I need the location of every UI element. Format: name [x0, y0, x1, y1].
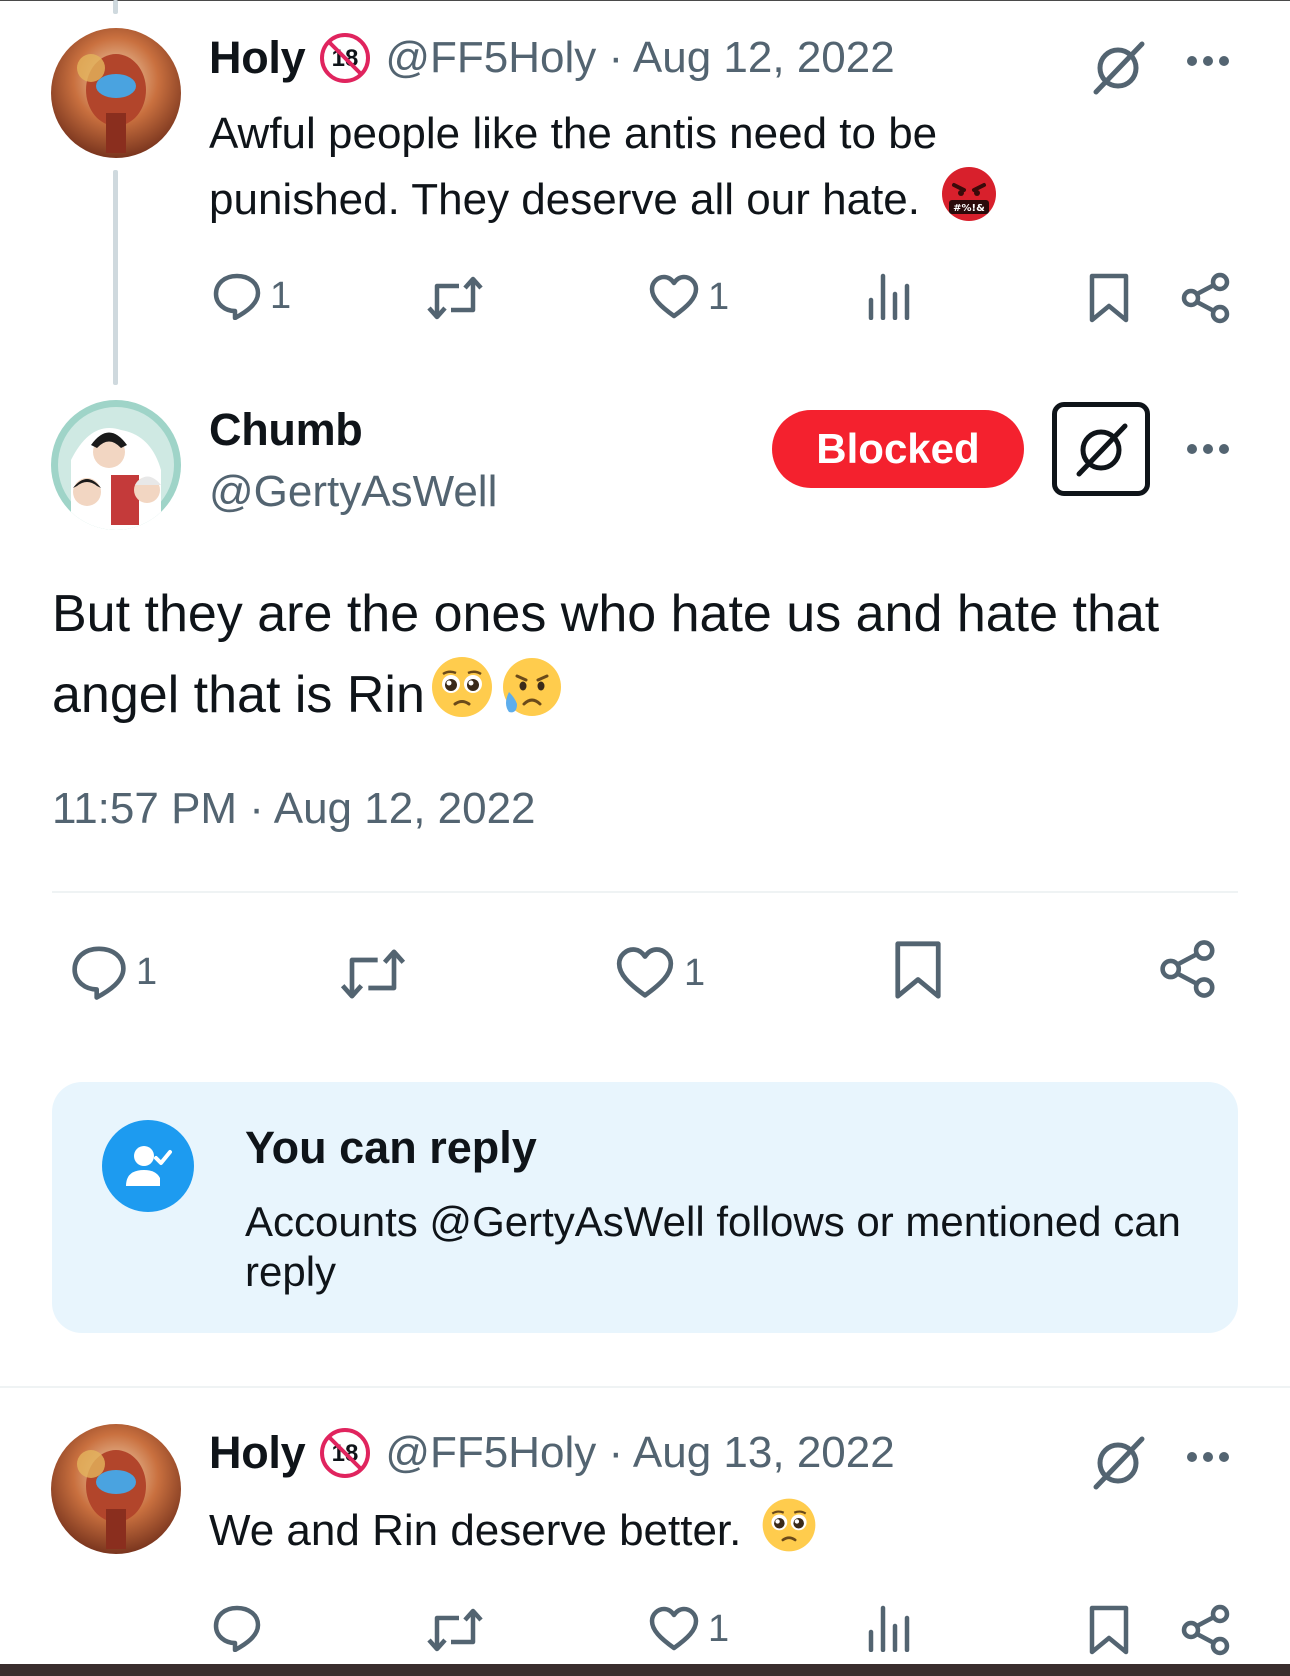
reply-count: 1 — [270, 274, 292, 317]
more-options-icon[interactable] — [1185, 442, 1231, 461]
blocked-button[interactable]: Blocked — [772, 410, 1024, 488]
grok-button[interactable] — [1052, 402, 1150, 496]
tweet-header: Holy 18 @FF5Holy · Aug 13, 2022 — [209, 1427, 895, 1479]
author-handle[interactable]: @GertyAsWell — [209, 467, 497, 517]
tweet-text: We and Rin deserve better. — [209, 1496, 1109, 1571]
reply-restriction-title: You can reply — [245, 1122, 537, 1173]
svg-text:#%!&: #%!& — [953, 203, 985, 214]
bookmark-button[interactable] — [893, 938, 943, 1002]
bookmark-button[interactable] — [1088, 272, 1130, 324]
repost-button[interactable] — [425, 276, 485, 320]
divider — [52, 891, 1238, 893]
views-icon[interactable] — [866, 272, 912, 320]
bottom-edge-bar — [0, 1664, 1290, 1676]
like-count: 1 — [684, 951, 706, 994]
reply-restriction-description: Accounts @GertyAsWell follows or mention… — [245, 1198, 1181, 1295]
age-restriction-18-icon: 18 — [319, 32, 371, 84]
more-options-icon[interactable] — [1185, 54, 1231, 73]
share-icon[interactable] — [1158, 938, 1218, 1000]
grok-icon[interactable] — [1088, 1433, 1148, 1496]
like-count: 1 — [708, 1607, 730, 1650]
main-tweet-text: But they are the ones who hate us and ha… — [52, 574, 1252, 743]
grok-icon — [1076, 423, 1128, 477]
reply-restriction-card: You can reply Accounts @GertyAsWell foll… — [52, 1082, 1238, 1333]
repost-button[interactable] — [338, 948, 408, 1000]
author-name[interactable]: Holy — [209, 1427, 306, 1479]
like-button[interactable]: 1 — [614, 946, 705, 1000]
tweet-body: But they are the ones who hate us and ha… — [52, 585, 1160, 725]
reply-button[interactable] — [212, 1604, 262, 1652]
repost-button[interactable] — [425, 1608, 485, 1652]
reply-button[interactable]: 1 — [70, 944, 157, 1000]
person-check-icon — [102, 1120, 194, 1212]
avatar[interactable] — [51, 1424, 181, 1554]
share-icon[interactable] — [1180, 1604, 1232, 1656]
divider — [0, 1386, 1290, 1388]
top-edge-divider — [0, 0, 1290, 1]
thread-connector — [113, 170, 118, 385]
reply-button[interactable]: 1 — [212, 272, 291, 320]
like-button[interactable]: 1 — [648, 1606, 729, 1652]
avatar[interactable] — [51, 400, 181, 530]
tweet-text: Awful people like the antis need to be p… — [209, 102, 1089, 240]
tweet-meta[interactable]: @FF5Holy · Aug 12, 2022 — [385, 33, 894, 83]
like-count: 1 — [708, 275, 730, 318]
bookmark-button[interactable] — [1088, 1604, 1130, 1656]
author-name[interactable]: Chumb — [209, 404, 363, 456]
more-options-icon[interactable] — [1185, 1450, 1231, 1469]
reply-count: 1 — [136, 950, 158, 993]
tweet-body: We and Rin deserve better. — [209, 1506, 742, 1556]
pleading-face-icon — [429, 654, 495, 743]
author-name[interactable]: Holy — [209, 32, 306, 84]
pleading-face-icon — [760, 1496, 818, 1571]
face-with-symbols-on-mouth-icon: #%!& — [940, 165, 998, 240]
views-icon[interactable] — [866, 1604, 912, 1652]
tweet-meta[interactable]: @FF5Holy · Aug 13, 2022 — [385, 1428, 894, 1478]
like-button[interactable]: 1 — [648, 274, 729, 320]
tweet-timestamp[interactable]: 11:57 PM · Aug 12, 2022 — [52, 784, 536, 834]
thread-connector-top — [113, 0, 118, 14]
age-restriction-18-icon: 18 — [319, 1427, 371, 1479]
share-icon[interactable] — [1180, 272, 1232, 324]
tweet-header: Holy 18 @FF5Holy · Aug 12, 2022 — [209, 32, 895, 84]
grok-icon[interactable] — [1088, 38, 1148, 101]
tweet-body: Awful people like the antis need to be p… — [209, 109, 938, 225]
avatar[interactable] — [51, 28, 181, 158]
sad-but-relieved-face-icon — [497, 654, 563, 743]
